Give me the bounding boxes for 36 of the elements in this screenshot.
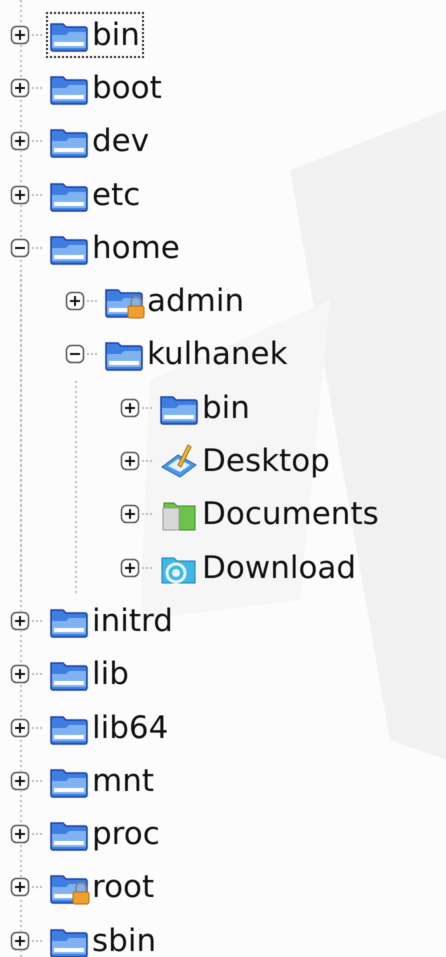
tree-item[interactable]: initrd (46, 598, 177, 644)
tree-item[interactable]: admin (101, 278, 248, 324)
expand-icon[interactable] (10, 78, 30, 98)
expand-icon[interactable] (10, 610, 30, 631)
expand-icon[interactable] (120, 504, 140, 524)
tree-item[interactable]: lib64 (46, 704, 172, 750)
tree-item[interactable]: proc (46, 811, 164, 858)
tree-item[interactable]: Desktop (156, 438, 334, 484)
expand-icon[interactable] (10, 664, 30, 684)
tree-item[interactable]: home (46, 224, 184, 271)
expand-icon[interactable] (120, 558, 140, 578)
expand-icon[interactable] (10, 824, 30, 844)
tree-item[interactable]: Download (156, 544, 360, 591)
expand-icon[interactable] (65, 291, 85, 312)
tree-item[interactable]: etc (46, 172, 144, 218)
expand-icon[interactable] (10, 131, 30, 152)
tree-item[interactable]: mnt (46, 758, 158, 804)
expand-icon[interactable] (10, 184, 30, 205)
expand-icon[interactable] (10, 930, 30, 951)
tree-item[interactable]: root (46, 864, 158, 910)
tree-item[interactable]: bin (46, 12, 144, 58)
expand-icon[interactable] (10, 718, 30, 738)
expand-icon[interactable] (10, 24, 30, 45)
tree-item[interactable]: Documents (156, 491, 383, 538)
expand-icon[interactable] (120, 451, 140, 472)
tree-item[interactable]: lib (46, 651, 133, 698)
collapse-icon[interactable] (65, 344, 85, 364)
collapse-icon[interactable] (10, 238, 30, 258)
expand-icon[interactable] (120, 398, 140, 418)
tree-item[interactable]: sbin (46, 918, 160, 957)
expand-icon[interactable] (10, 770, 30, 791)
tree-item[interactable]: dev (46, 118, 154, 164)
expand-icon[interactable] (10, 877, 30, 898)
tree-item[interactable]: boot (46, 64, 166, 111)
tree-item[interactable]: bin (156, 384, 254, 431)
tree-item[interactable]: kulhanek (101, 331, 292, 378)
